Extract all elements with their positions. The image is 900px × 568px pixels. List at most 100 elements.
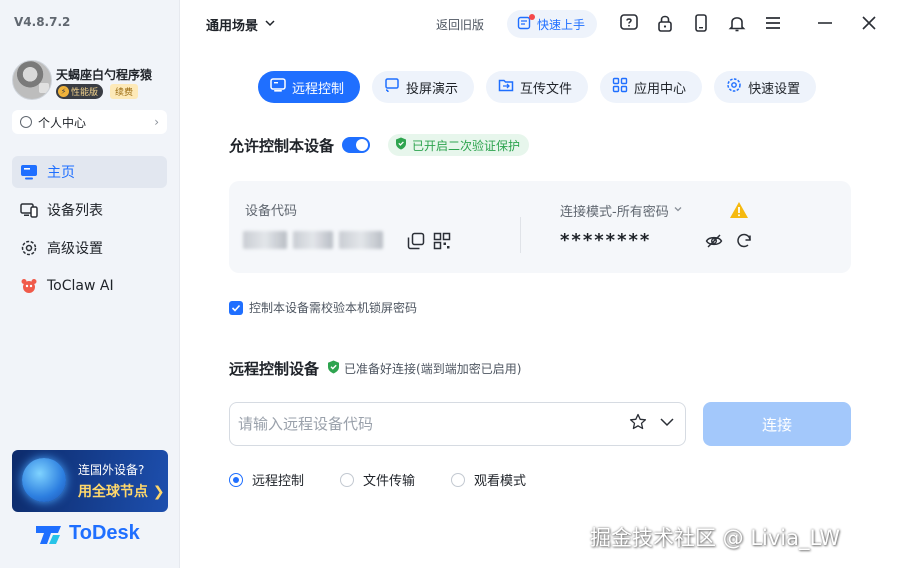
remote-control-icon xyxy=(270,77,286,97)
mode-watch[interactable]: 观看模式 xyxy=(451,470,526,489)
card-divider xyxy=(520,217,521,253)
quick-start-label: 快速上手 xyxy=(537,17,586,32)
remote-control-section-header: 远程控制设备 已准备好连接(端到端加密已启用) xyxy=(229,358,521,379)
favorite-star-icon[interactable] xyxy=(629,413,647,435)
tab-label: 远程控制 xyxy=(292,81,345,97)
menu-icon[interactable] xyxy=(762,12,784,34)
user-name: 天蝎座白勺程序猿 xyxy=(56,68,153,82)
hide-password-icon[interactable] xyxy=(705,232,723,254)
device-code-value-redacted xyxy=(243,229,387,251)
return-old-version-link[interactable]: 返回旧版 xyxy=(436,16,484,33)
device-info-card: 设备代码 连接模式-所有密码 ******** xyxy=(229,181,851,273)
allow-control-toggle[interactable] xyxy=(342,137,371,153)
avatar[interactable] xyxy=(12,60,52,100)
radio-unselected[interactable] xyxy=(340,472,355,487)
mode-label: 文件传输 xyxy=(363,474,416,489)
bell-icon[interactable] xyxy=(726,12,748,34)
tab-app-center[interactable]: 应用中心 xyxy=(600,71,703,103)
renew-badge[interactable]: 续费 xyxy=(110,84,139,99)
settings-icon xyxy=(726,77,742,97)
mode-file-transfer[interactable]: 文件传输 xyxy=(340,470,415,489)
sidebar-item-label: 主页 xyxy=(47,165,75,181)
radio-selected[interactable] xyxy=(229,472,243,487)
history-dropdown-icon[interactable] xyxy=(659,414,675,434)
sidebar-item-toclaw-ai[interactable]: ToClaw AI xyxy=(12,270,167,302)
allow-control-row: 允许控制本设备 已开启二次验证保护 xyxy=(229,134,530,156)
promo-question: 连国外设备? xyxy=(78,463,145,477)
lockscreen-checkbox[interactable] xyxy=(229,300,243,315)
globe-icon xyxy=(22,458,66,502)
sidebar-nav: 主页 设备列表 高级设置 ToClaw AI xyxy=(12,156,167,308)
mode-label: 远程控制 xyxy=(252,474,305,489)
shield-icon xyxy=(395,137,407,153)
radio-unselected[interactable] xyxy=(451,472,466,487)
remote-code-field[interactable] xyxy=(229,402,686,446)
mode-label: 观看模式 xyxy=(474,474,527,489)
app-center-icon xyxy=(612,77,628,97)
tab-label: 投屏演示 xyxy=(406,81,459,97)
mode-remote-control[interactable]: 远程控制 xyxy=(229,470,304,489)
personal-center-button[interactable]: 个人中心 › xyxy=(12,110,167,134)
minimize-icon[interactable] xyxy=(814,12,836,34)
window-controls xyxy=(814,12,880,34)
connection-mode-options: 远程控制 文件传输 观看模式 xyxy=(229,470,526,489)
sidebar-item-home[interactable]: 主页 xyxy=(12,156,167,188)
chevron-right-icon: › xyxy=(154,115,159,129)
mobile-icon[interactable] xyxy=(690,12,712,34)
two-factor-label: 已开启二次验证保护 xyxy=(412,138,521,153)
warning-icon[interactable] xyxy=(729,201,749,223)
check-shield-icon xyxy=(327,360,340,377)
watermark: 掘金技术社区 @ Livia_LW xyxy=(590,526,841,550)
copy-icon[interactable] xyxy=(407,232,425,254)
tab-remote-control[interactable]: 远程控制 xyxy=(258,71,361,103)
sidebar-item-device-list[interactable]: 设备列表 xyxy=(12,194,167,226)
tab-file-transfer[interactable]: 互传文件 xyxy=(486,71,589,103)
quick-start-button[interactable]: 快速上手 xyxy=(507,10,598,38)
sidebar-item-advanced-settings[interactable]: 高级设置 xyxy=(12,232,167,264)
device-list-icon xyxy=(20,201,38,219)
connect-button[interactable]: 连接 xyxy=(703,402,851,446)
scene-selector[interactable]: 通用场景 xyxy=(206,15,276,34)
close-icon[interactable] xyxy=(858,12,880,34)
connection-mode-selector[interactable]: 连接模式-所有密码 xyxy=(560,201,683,220)
remote-code-input[interactable] xyxy=(238,415,629,433)
password-value: ******** xyxy=(560,230,652,251)
chevron-down-icon xyxy=(673,203,683,218)
qr-code-icon[interactable] xyxy=(433,232,451,254)
promo-cta: 用全球节点 ❯ xyxy=(78,484,165,500)
gear-icon xyxy=(20,239,38,257)
claw-ai-icon xyxy=(20,277,38,295)
brand-name: ToDesk xyxy=(69,522,140,544)
help-icon[interactable] xyxy=(618,12,640,34)
two-factor-badge[interactable]: 已开启二次验证保护 xyxy=(388,134,530,156)
remote-control-title: 远程控制设备 xyxy=(229,360,320,378)
notification-dot xyxy=(529,14,535,20)
sidebar-item-label: 设备列表 xyxy=(47,203,103,219)
tab-quick-settings[interactable]: 快速设置 xyxy=(714,71,817,103)
lock-icon[interactable] xyxy=(654,12,676,34)
scene-label: 通用场景 xyxy=(206,19,259,34)
connection-status: 已准备好连接(端到端加密已启用) xyxy=(327,360,521,377)
refresh-icon[interactable] xyxy=(735,232,753,254)
monitor-icon xyxy=(20,163,38,181)
device-code-label: 设备代码 xyxy=(245,204,298,219)
feature-tabs: 远程控制 投屏演示 互传文件 应用中心 快速设置 xyxy=(258,71,817,103)
lockscreen-password-option[interactable]: 控制本设备需校验本机锁屏密码 xyxy=(229,299,417,316)
global-node-promo[interactable]: 连国外设备? 用全球节点 ❯ xyxy=(12,450,168,512)
sidebar: V4.8.7.2 天蝎座白勺程序猿 ⚡ 性能版 续费 个人中心 › 主页 设备列… xyxy=(0,0,180,568)
sidebar-item-label: ToClaw AI xyxy=(47,278,114,294)
tab-screen-cast[interactable]: 投屏演示 xyxy=(372,71,475,103)
tab-label: 应用中心 xyxy=(634,81,687,97)
performance-badge-label: 性能版 xyxy=(71,88,99,98)
bolt-icon: ⚡ xyxy=(58,86,69,97)
file-transfer-icon xyxy=(498,77,514,97)
sidebar-item-label: 高级设置 xyxy=(47,241,103,257)
connection-status-label: 已准备好连接(端到端加密已启用) xyxy=(344,362,522,376)
chevron-down-icon xyxy=(264,17,276,33)
tab-label: 快速设置 xyxy=(748,81,801,97)
allow-control-title: 允许控制本设备 xyxy=(229,136,335,155)
todesk-logo-icon xyxy=(35,523,63,545)
tab-label: 互传文件 xyxy=(520,81,573,97)
user-icon xyxy=(20,116,32,128)
personal-center-label: 个人中心 xyxy=(38,115,87,130)
